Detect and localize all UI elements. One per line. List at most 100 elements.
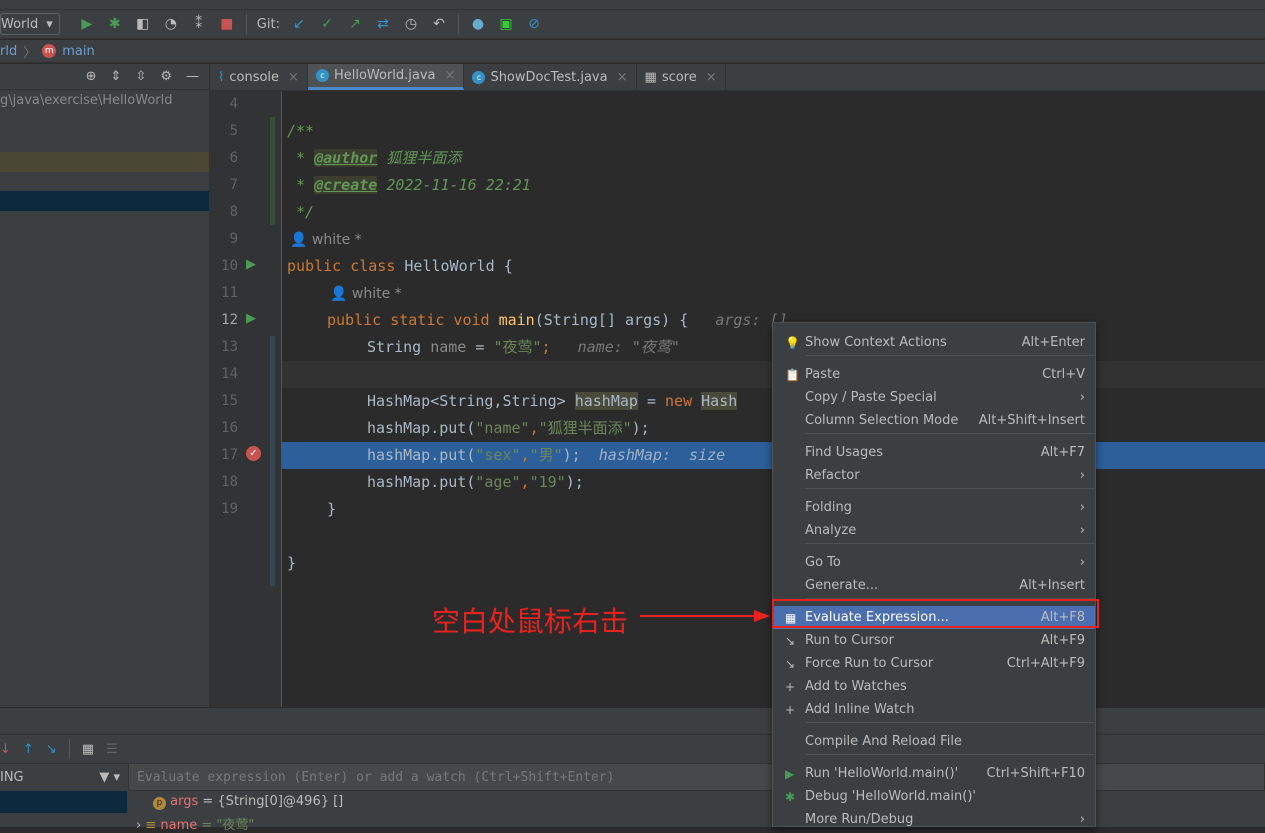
code-line-19[interactable]: }	[287, 550, 296, 577]
history-icon[interactable]: ◷	[402, 16, 420, 32]
git-commit-icon[interactable]: ✓	[318, 16, 336, 32]
method-name: main	[498, 311, 535, 329]
menu-item[interactable]: Compile And Reload File	[773, 730, 1095, 753]
coverage-icon[interactable]: ◧	[134, 16, 152, 32]
tree-row-highlight[interactable]	[0, 152, 209, 172]
run-icon: ▶	[785, 766, 795, 781]
thread-label[interactable]: ING	[0, 770, 24, 785]
code-line-16[interactable]: hashMap.put("age","19");	[367, 469, 584, 496]
menu-item-shortcut: Alt+F7	[1040, 445, 1085, 460]
menu-item[interactable]: + Add to Watches	[773, 675, 1095, 698]
git-merge-icon[interactable]: ⇄	[374, 16, 392, 32]
menu-item[interactable]: 📋 Paste Ctrl+V	[773, 363, 1095, 386]
code-text: Hash	[701, 392, 738, 410]
close-icon[interactable]: ×	[288, 70, 299, 85]
run-gutter-icon[interactable]: ▶	[246, 257, 256, 272]
run-to-cursor-icon: ↘	[785, 633, 796, 648]
menu-item[interactable]: ✱ Debug 'HelloWorld.main()'	[773, 785, 1095, 808]
profile-icon[interactable]: ◔	[162, 16, 180, 32]
breadcrumb-method[interactable]: main	[62, 44, 94, 59]
tree-row-selected[interactable]	[0, 191, 209, 211]
stop-icon[interactable]: ■	[218, 16, 236, 32]
line-number: 13	[221, 339, 238, 355]
keyword: new	[665, 392, 702, 410]
line-number: 18	[221, 474, 238, 490]
code-line-8[interactable]: */	[287, 199, 314, 226]
menu-item[interactable]: ▶ Run 'HelloWorld.main()' Ctrl+Shift+F10	[773, 762, 1095, 785]
code-text: );	[631, 419, 650, 437]
menu-item[interactable]: More Run/Debug ›	[773, 808, 1095, 831]
trace-icon[interactable]: ☰	[106, 742, 118, 757]
collapse-all-icon[interactable]: ⇳	[135, 69, 146, 84]
frame-selected[interactable]	[0, 791, 127, 813]
run-gutter-icon[interactable]: ▶	[246, 311, 256, 326]
step-into-icon[interactable]: ↓	[0, 742, 11, 757]
menu-item[interactable]: Column Selection Mode Alt+Shift+Insert	[773, 409, 1095, 432]
code-line-11[interactable]: String name = "夜莺"; name: "夜莺"	[367, 334, 680, 361]
menu-item-label: Compile And Reload File	[805, 734, 962, 749]
disable-icon[interactable]: ⊘	[525, 16, 543, 32]
git-update-icon[interactable]: ↙	[290, 16, 308, 32]
variable-row[interactable]: p args = {String[0]@496} []	[153, 794, 343, 810]
code-line-17[interactable]: }	[327, 496, 336, 523]
code-line-9[interactable]: public class HelloWorld {	[287, 253, 513, 280]
menu-item[interactable]: Generate... Alt+Insert	[773, 574, 1095, 597]
menu-item[interactable]: Refactor ›	[773, 464, 1095, 487]
breakpoint-icon[interactable]: ✓	[246, 446, 261, 461]
code-line-5[interactable]: /**	[287, 118, 314, 145]
calculator-icon[interactable]: ▦	[82, 742, 94, 757]
plugin-icon[interactable]: ●	[469, 16, 487, 32]
string-literal: "sex"	[475, 446, 521, 464]
gear-icon[interactable]: ⚙	[160, 69, 172, 84]
title-bar	[0, 0, 1265, 10]
menu-item[interactable]: Find Usages Alt+F7	[773, 441, 1095, 464]
code-line-15[interactable]: hashMap.put("sex","男"); hashMap: size	[367, 442, 725, 469]
run-icon[interactable]: ▶	[78, 16, 96, 32]
semicolon: ;	[541, 338, 551, 356]
tab-helloworld[interactable]: c HelloWorld.java ×	[307, 64, 465, 90]
tab-score[interactable]: ▦ score ×	[637, 64, 726, 90]
run-to-cursor-icon[interactable]: ↘	[46, 742, 57, 757]
git-push-icon[interactable]: ↗	[346, 16, 364, 32]
debug-icon[interactable]: ✱	[106, 16, 124, 32]
step-out-icon[interactable]: ↑	[23, 742, 34, 757]
menu-item[interactable]: 💡 Show Context Actions Alt+Enter	[773, 331, 1095, 354]
code-line-13[interactable]: HashMap<String,String> hashMap = new Has…	[367, 388, 738, 415]
code-line-10[interactable]: public static void main(String[] args) {…	[327, 307, 788, 334]
code-line-6[interactable]: * @author 狐狸半面添	[287, 145, 461, 172]
locate-icon[interactable]: ⊕	[86, 69, 97, 84]
menu-separator	[805, 543, 1095, 544]
string-literal: "男"	[529, 446, 563, 464]
code-line-14[interactable]: hashMap.put("name","狐狸半面添");	[367, 415, 650, 442]
expand-icon[interactable]: ›	[136, 818, 141, 833]
close-icon[interactable]: ×	[617, 70, 628, 85]
tab-console[interactable]: ⌇ console ×	[210, 64, 308, 90]
menu-item[interactable]: Folding ›	[773, 496, 1095, 519]
menu-item[interactable]: Analyze ›	[773, 519, 1095, 542]
menu-item[interactable]: ↘ Force Run to Cursor Ctrl+Alt+F9	[773, 652, 1095, 675]
expand-all-icon[interactable]: ⇕	[111, 69, 122, 84]
variable-value: = {String[0]@496} []	[202, 794, 344, 809]
tab-showdoctest[interactable]: c ShowDocTest.java ×	[464, 64, 637, 90]
menu-item[interactable]: ↘ Run to Cursor Alt+F9	[773, 629, 1095, 652]
attach-debugger-icon[interactable]: ⁑	[190, 16, 208, 32]
breadcrumb-class[interactable]: rld	[0, 44, 17, 59]
menu-item-label: Analyze	[805, 523, 857, 538]
force-run-icon: ↘	[785, 656, 796, 671]
monitor-icon[interactable]: ▣	[497, 16, 515, 32]
run-config-select[interactable]: World ▾	[0, 13, 60, 35]
filter-icon[interactable]: ▼ ▾	[99, 770, 120, 785]
menu-item[interactable]: Copy / Paste Special ›	[773, 386, 1095, 409]
minimize-icon[interactable]: —	[186, 69, 199, 84]
class-icon: c	[472, 70, 486, 84]
close-icon[interactable]: ×	[445, 68, 456, 83]
line-number: 5	[229, 123, 238, 139]
menu-item[interactable]: Go To ›	[773, 551, 1095, 574]
menu-item[interactable]: + Add Inline Watch	[773, 698, 1095, 721]
rollback-icon[interactable]: ↶	[430, 16, 448, 32]
variable-row[interactable]: › ≡ name = "夜莺"	[136, 814, 254, 833]
code-line-7[interactable]: * @create 2022-11-16 22:21	[287, 172, 531, 199]
menu-item-shortcut: Alt+Insert	[1019, 578, 1085, 593]
menu-item-label: Add to Watches	[805, 679, 907, 694]
close-icon[interactable]: ×	[706, 70, 717, 85]
